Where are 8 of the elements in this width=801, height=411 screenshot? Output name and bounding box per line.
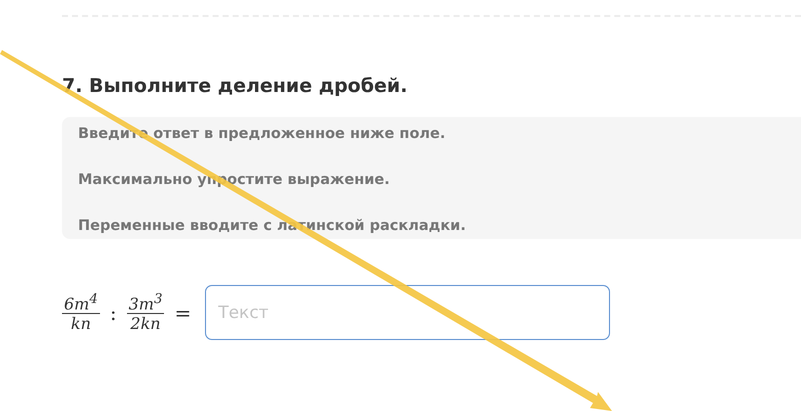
task-title: 7. Выполните деление дробей. bbox=[62, 75, 408, 97]
numerator: 6m$^{4}$ bbox=[62, 292, 100, 314]
equals-sign: = bbox=[173, 300, 192, 324]
answer-field[interactable]: Текст bbox=[205, 285, 610, 340]
division-sign: : bbox=[108, 300, 118, 324]
denominator: kn bbox=[70, 314, 91, 334]
denominator: 2kn bbox=[130, 314, 161, 334]
numerator: 3m$^{3}$ bbox=[126, 292, 164, 314]
